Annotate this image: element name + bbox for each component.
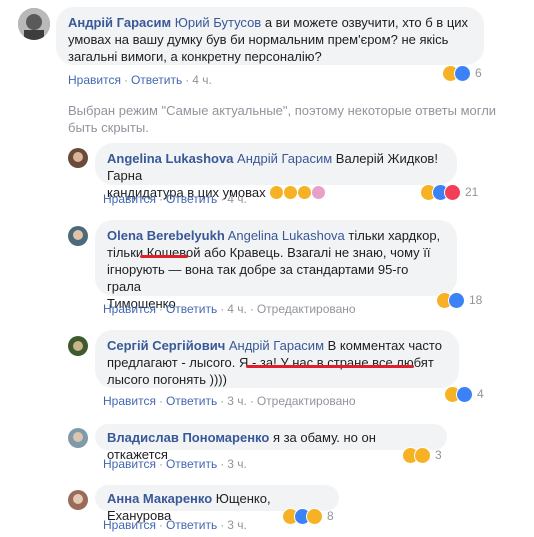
like-link[interactable]: Нравится	[103, 518, 156, 532]
comment-text: а ви можете озвучити, хто б в цих	[261, 15, 469, 30]
avatar-photo	[68, 226, 88, 246]
smile-emoji-icon	[284, 186, 298, 199]
avatar[interactable]	[68, 490, 88, 510]
smile-emoji-icon	[270, 186, 284, 199]
timestamp[interactable]: 3 ч.	[227, 518, 247, 532]
person-emoji-icon	[312, 186, 326, 199]
comment-author[interactable]: Владислав Пономаренко	[107, 430, 269, 445]
comment-bubble: Angelina Lukashova Андрій Гарасим Валері…	[95, 143, 457, 200]
reply-link[interactable]: Ответить	[166, 518, 217, 532]
comment-text: В комментах часто	[324, 338, 442, 353]
reactions-summary[interactable]: 18	[436, 290, 482, 310]
edited-label[interactable]: Отредактировано	[257, 302, 356, 316]
comment-actions: Нравится · Ответить · 3 ч.	[103, 457, 247, 471]
comment-mention[interactable]: Андрій Гарасим	[237, 151, 332, 166]
comment-mention[interactable]: Андрій Гарасим	[229, 338, 324, 353]
reactions-summary[interactable]: 21	[420, 182, 478, 202]
comment-bubble: Андрій Гарасим Юрий Бутусов а ви можете …	[56, 7, 484, 65]
reactions-summary[interactable]: 6	[442, 63, 482, 83]
avatar[interactable]	[68, 148, 88, 168]
comment-mention[interactable]: Юрий Бутусов	[175, 15, 261, 30]
red-underline	[140, 255, 188, 258]
like-link[interactable]: Нравится	[103, 394, 156, 408]
like-icon	[456, 385, 473, 403]
comment-author[interactable]: Angelina Lukashova	[107, 151, 233, 166]
reactions-summary[interactable]: 8	[282, 506, 334, 526]
timestamp[interactable]: 4 ч.	[227, 192, 247, 206]
comment-mention[interactable]: Angelina Lukashova	[228, 228, 345, 243]
timestamp[interactable]: 4 ч.	[227, 302, 247, 316]
red-underline	[246, 365, 414, 368]
like-icon	[448, 291, 465, 309]
avatar-photo	[68, 336, 88, 356]
comment-actions: Нравится · Ответить · 4 ч.	[68, 73, 212, 87]
avatar[interactable]	[18, 8, 50, 40]
love-icon	[444, 183, 461, 201]
reactions-count: 18	[469, 293, 483, 307]
like-link[interactable]: Нравится	[103, 192, 156, 206]
comment-actions: Нравится · Ответить · 4 ч. · Отредактировано	[103, 302, 356, 316]
avatar-photo	[68, 428, 88, 448]
reactions-summary[interactable]: 3	[402, 445, 442, 465]
comment-bubble: Сергій Сергійович Андрій Гарасим В комме…	[95, 330, 459, 388]
comment-author[interactable]: Сергій Сергійович	[107, 338, 225, 353]
timestamp[interactable]: 3 ч.	[227, 457, 247, 471]
comment-author[interactable]: Анна Макаренко	[107, 491, 212, 506]
comment-text: ігнорують — вона так добре за стандартам…	[107, 262, 409, 294]
reply-link[interactable]: Ответить	[131, 73, 182, 87]
reactions-count: 21	[465, 185, 479, 199]
reply-link[interactable]: Ответить	[166, 457, 217, 471]
avatar[interactable]	[68, 336, 88, 356]
reactions-count: 4	[477, 387, 484, 401]
edited-label[interactable]: Отредактировано	[257, 394, 356, 408]
reply-link[interactable]: Ответить	[166, 302, 217, 316]
timestamp[interactable]: 4 ч.	[192, 73, 212, 87]
avatar[interactable]	[68, 428, 88, 448]
comment-text: умовах на вашу думку був би нормальним п…	[68, 32, 449, 47]
comment-text: тільки хардкор,	[344, 228, 441, 243]
comment-bubble: Olena Berebelyukh Angelina Lukashova тіл…	[95, 220, 457, 311]
avatar-photo	[18, 8, 50, 40]
comment-text: лысого погонять ))))	[107, 372, 227, 387]
comment-author[interactable]: Olena Berebelyukh	[107, 228, 225, 243]
smile-emoji-icon	[298, 186, 312, 199]
like-link[interactable]: Нравится	[103, 457, 156, 471]
wow-icon	[306, 507, 323, 525]
comment-actions: Нравится · Ответить · 3 ч.	[103, 518, 247, 532]
avatar-photo	[68, 148, 88, 168]
comment-text: загальні вимоги, а конкретну персоналію?	[68, 49, 322, 64]
comment-actions: Нравится · Ответить · 4 ч.	[103, 192, 247, 206]
reactions-count: 3	[435, 448, 442, 462]
avatar-photo	[68, 490, 88, 510]
comment-bubble: Владислав Пономаренко я за обаму. но он …	[95, 424, 447, 462]
reactions-count: 6	[475, 66, 482, 80]
reply-link[interactable]: Ответить	[166, 192, 217, 206]
comment-text: або Кравець. Взагалі не знаю, чому її	[200, 245, 431, 260]
like-link[interactable]: Нравится	[68, 73, 121, 87]
reactions-summary[interactable]: 4	[444, 384, 484, 404]
reactions-count: 8	[327, 509, 334, 523]
sorting-notice: Выбран режим "Самые актуальные", поэтому…	[68, 103, 497, 135]
reply-link[interactable]: Ответить	[166, 394, 217, 408]
like-link[interactable]: Нравится	[103, 302, 156, 316]
avatar[interactable]	[68, 226, 88, 246]
sad-icon	[414, 446, 431, 464]
like-icon	[454, 64, 471, 82]
timestamp[interactable]: 3 ч.	[227, 394, 247, 408]
comment-author[interactable]: Андрій Гарасим	[68, 15, 171, 30]
comment-actions: Нравится · Ответить · 3 ч. · Отредактировано	[103, 394, 356, 408]
